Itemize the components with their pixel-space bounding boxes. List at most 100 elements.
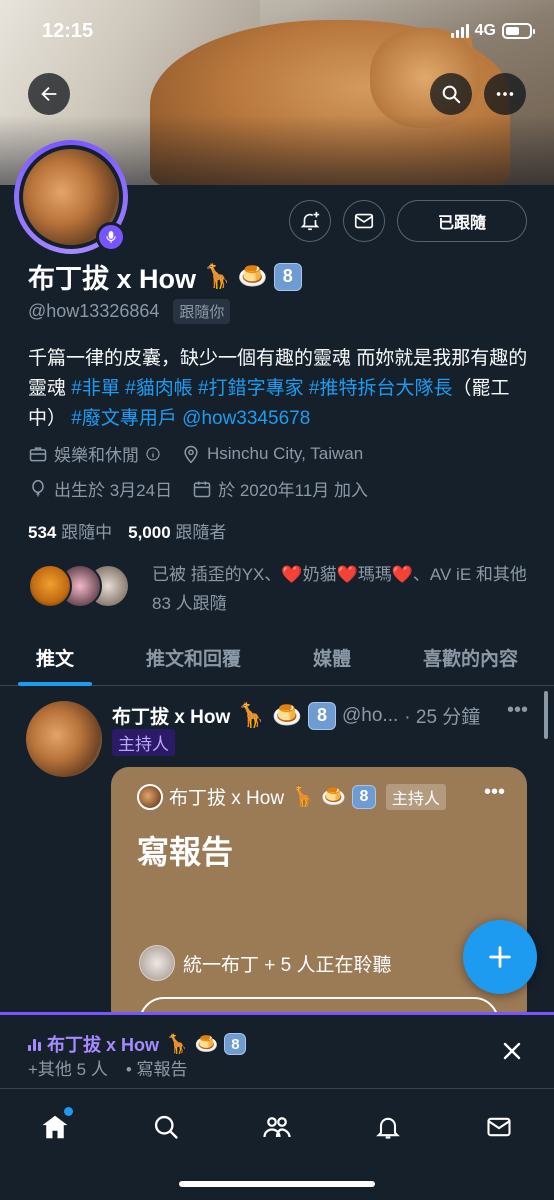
tab-tweets[interactable]: 推文 — [0, 630, 110, 685]
space-listen-button[interactable] — [139, 997, 499, 1012]
host-badge: 主持人 — [385, 783, 446, 810]
back-button[interactable] — [28, 73, 70, 115]
home-icon — [42, 1115, 68, 1139]
nav-communities[interactable] — [257, 1107, 297, 1147]
more-options-button[interactable] — [484, 73, 526, 115]
info-icon[interactable] — [145, 446, 161, 462]
listeners-label: 統一布丁 + 5 人正在聆聽 — [183, 954, 392, 976]
followers-link[interactable]: 5,000 跟隨者 — [128, 518, 226, 543]
hashtag-link[interactable]: #打錯字專家 — [198, 378, 304, 399]
bell-icon — [375, 1117, 400, 1139]
tab-likes[interactable]: 喜歡的內容 — [387, 630, 554, 685]
nav-notifications[interactable] — [368, 1107, 408, 1147]
space-card[interactable]: 布丁拔 x How 🦒 🍮 8 主持人 ••• 寫報告 統一布丁 + 5 人正在… — [111, 767, 527, 1012]
network-type: 4G — [474, 22, 496, 39]
dock-host-name: 布丁拔 x How — [47, 1035, 160, 1055]
tweet-time: · 25 分鐘 — [404, 707, 481, 728]
followers-you-know[interactable]: 已被 插歪的YX、❤️奶貓❤️瑪瑪❤️、AV iE 和其他 83 人跟隨 — [28, 560, 542, 618]
space-listeners: 統一布丁 + 5 人正在聆聽 — [139, 945, 392, 981]
plus-icon — [489, 946, 511, 968]
profile-bio: 千篇一律的皮囊，缺少一個有趣的靈魂 而妳就是我那有趣的靈魂 #非單 #貓肉帳 #… — [28, 344, 538, 434]
follows-you-badge: 跟隨你 — [173, 299, 231, 324]
scrollbar[interactable] — [544, 691, 548, 739]
location-label: Hsinchu City, Taiwan — [207, 443, 364, 463]
dock-host-row: 布丁拔 x How 🦒 🍮 8 — [28, 1031, 247, 1057]
search-icon — [155, 1115, 178, 1139]
avatar — [28, 564, 72, 608]
space-dock[interactable]: 布丁拔 x How 🦒 🍮 8 +其他 5 人 • 寫報告 — [0, 1012, 554, 1088]
category-item: 娛樂和休閒 — [28, 441, 161, 466]
avatar — [139, 945, 175, 981]
hashtag-link[interactable]: #廢文專用戶 — [71, 408, 177, 429]
keycap-eight-emoji: 8 — [308, 701, 337, 730]
home-indicator[interactable] — [179, 1181, 375, 1187]
following-button[interactable]: 已跟隨 — [397, 200, 527, 242]
search-button[interactable] — [430, 73, 472, 115]
message-button[interactable] — [343, 200, 385, 242]
profile-meta-row-2: 出生於 3月24日 於 2020年11月 加入 — [28, 476, 368, 501]
nav-search[interactable] — [146, 1107, 186, 1147]
nav-messages[interactable] — [479, 1107, 519, 1147]
mention-link[interactable]: @how3345678 — [182, 408, 310, 429]
tab-tweets-replies[interactable]: 推文和回覆 — [110, 630, 277, 685]
audio-wave-icon — [28, 1037, 41, 1051]
profile-tabs: 推文 推文和回覆 媒體 喜歡的內容 — [0, 630, 554, 686]
tweet-handle: @ho... — [342, 704, 399, 726]
dock-others: +其他 5 人 — [28, 1060, 108, 1079]
keycap-eight-emoji: 8 — [224, 1033, 247, 1055]
follow-stats: 534 跟隨中 5,000 跟隨者 — [28, 518, 226, 543]
live-space-badge[interactable] — [96, 222, 126, 252]
balloon-icon — [32, 479, 44, 496]
hashtag-link[interactable]: #推特拆台大隊長 — [309, 378, 453, 399]
giraffe-emoji: 🦒 — [202, 263, 232, 290]
giraffe-emoji: 🦒 — [236, 702, 267, 729]
tweet-more-button[interactable]: ••• — [507, 699, 528, 722]
more-horizontal-icon — [496, 92, 514, 96]
dock-close-button[interactable] — [500, 1039, 524, 1068]
envelope-icon — [487, 1117, 511, 1137]
dock-title: • 寫報告 — [125, 1060, 188, 1079]
profile-meta-row-1: 娛樂和休閒 Hsinchu City, Taiwan — [28, 441, 363, 466]
notifications-toggle-button[interactable] — [289, 200, 331, 242]
pudding-emoji: 🍮 — [237, 263, 268, 290]
following-link[interactable]: 534 跟隨中 — [28, 518, 112, 543]
hashtag-link[interactable]: #非單 — [71, 378, 120, 399]
bottom-navigation — [0, 1088, 554, 1200]
space-more-button[interactable]: ••• — [484, 781, 505, 804]
envelope-icon — [354, 213, 374, 229]
heart-emoji: ❤️ — [281, 565, 303, 584]
search-icon — [442, 85, 461, 104]
heart-emoji: ❤️ — [391, 565, 413, 584]
avatar — [137, 783, 163, 810]
status-bar: 12:15 4G — [0, 0, 554, 64]
battery-icon — [502, 23, 535, 39]
pudding-emoji: 🍮 — [272, 702, 303, 729]
nav-home[interactable] — [35, 1107, 75, 1147]
follower-avatars — [28, 560, 138, 608]
pudding-emoji: 🍮 — [320, 786, 346, 808]
giraffe-emoji: 🦒 — [290, 786, 315, 808]
pudding-emoji: 🍮 — [194, 1034, 219, 1055]
tab-media[interactable]: 媒體 — [277, 630, 387, 685]
avatar[interactable] — [26, 701, 102, 777]
signal-icon — [450, 24, 469, 38]
hashtag-link[interactable]: #貓肉帳 — [125, 378, 193, 399]
host-badge: 主持人 — [112, 729, 175, 756]
birthday-item: 出生於 3月24日 — [28, 476, 172, 501]
unread-dot — [64, 1107, 74, 1116]
status-indicators: 4G — [450, 22, 535, 40]
arrow-left-icon — [41, 86, 57, 102]
category-label: 娛樂和休閒 — [54, 446, 139, 465]
tweet-author: 布丁拔 x How — [112, 707, 231, 728]
people-icon — [263, 1117, 291, 1138]
keycap-eight-emoji: 8 — [273, 262, 302, 291]
location-pin-icon — [184, 445, 198, 463]
space-host-name: 布丁拔 x How — [169, 788, 285, 809]
space-host-row: 布丁拔 x How 🦒 🍮 8 主持人 — [137, 783, 446, 810]
handle-row: @how13326864 跟隨你 — [28, 299, 231, 324]
profile-handle: @how13326864 — [28, 301, 160, 321]
briefcase-icon — [29, 446, 47, 461]
close-icon — [503, 1042, 521, 1060]
compose-button[interactable] — [463, 920, 537, 994]
display-name: 布丁拔 x How — [28, 264, 197, 294]
